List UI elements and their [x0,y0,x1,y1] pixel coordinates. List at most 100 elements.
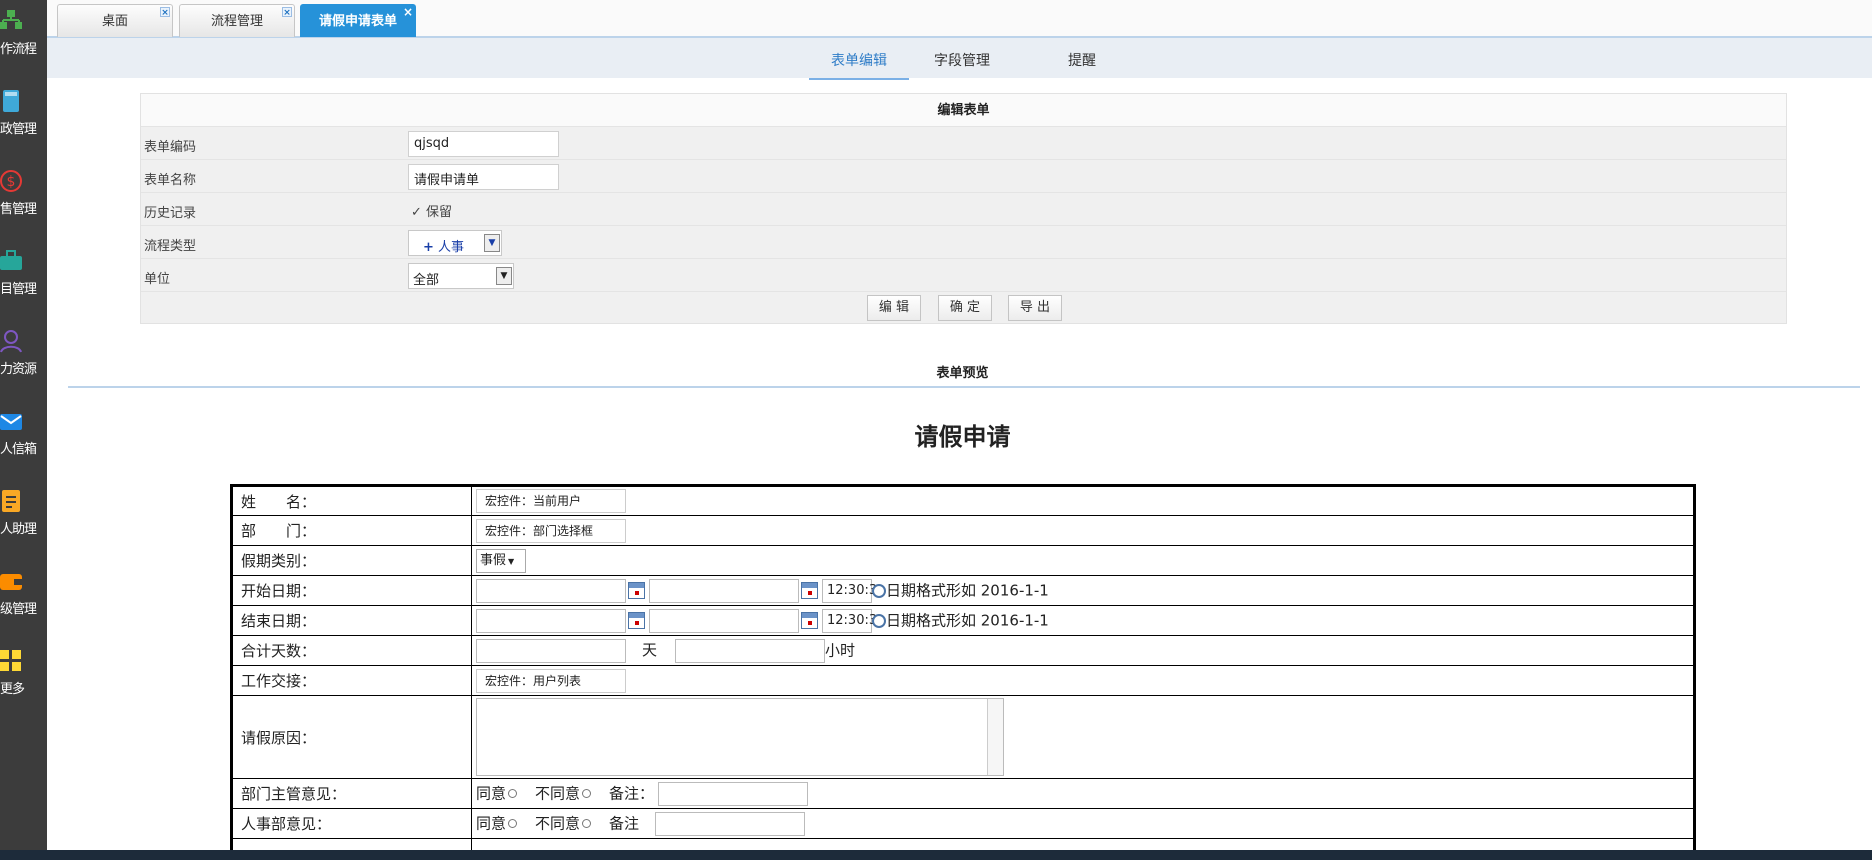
edit-button[interactable]: 编 辑 [867,295,921,321]
wallet-icon [0,574,22,590]
table-row: 开始日期： 12:30:3 日期格式形如 2016-1-1 [231,575,1695,606]
name-input[interactable]: 请假申请单 [408,164,559,190]
calendar-icon[interactable] [628,612,645,629]
sub-nav: 表单编辑 字段管理 提醒 [47,38,1872,80]
close-icon[interactable]: × [282,7,292,18]
chevron-down-icon[interactable]: ▼ [496,267,512,285]
start-date-input-2[interactable] [649,578,799,603]
current-user-field[interactable]: 宏控件：当前用户 [476,489,626,513]
code-label: 表单编码 [144,140,197,155]
clock-icon[interactable] [872,583,886,598]
sidebar-item-6[interactable]: 人助理 [0,486,47,556]
panel-title: 编辑表单 [141,94,1786,127]
sidebar-item-label: 更多 [0,682,25,697]
table-row: 部门主管意见： 同意 不同意 备注： [231,778,1695,809]
code-input[interactable]: qjsqd [408,131,559,157]
type-label: 流程类型 [144,239,197,254]
sidebar-item-7[interactable]: 级管理 [0,566,47,636]
disagree-label: 不同意 [535,814,581,832]
calendar-icon[interactable] [628,582,645,599]
remark-label: 备注 [609,814,640,832]
subtab-field-management[interactable]: 字段管理 [922,50,1002,70]
history-checkbox[interactable]: ✓ 保留 [411,201,452,220]
disagree-radio[interactable] [582,819,592,828]
subtab-form-edit[interactable]: 表单编辑 [809,50,909,80]
sidebar-item-label: 政管理 [0,122,37,137]
tab-desktop[interactable]: 桌面 × [57,4,173,37]
sidebar-item-4[interactable]: 力资源 [0,326,47,396]
close-icon[interactable]: × [160,7,170,18]
hour-unit: 小时 [825,641,856,659]
remark-label: 备注： [609,784,655,802]
dollar-icon: $ [0,170,22,192]
assistant-icon [2,490,20,512]
dept-remark-input[interactable] [658,781,809,806]
app-root: 作流程 政管理 $ 售管理 目管理 力资源 人信箱 人助理 级管理 更多 桌面 × 流程管理 × 请假… [0,0,1872,860]
table-row: 结束日期： 12:30:3 日期格式形如 2016-1-1 [231,605,1695,636]
export-button[interactable]: 导 出 [1008,295,1062,321]
chevron-down-icon[interactable]: ▼ [484,234,500,252]
document-title: 请假申请 [914,423,1011,451]
hours-input[interactable] [675,638,826,663]
confirm-button[interactable]: 确 定 [938,295,992,321]
row-label: 工作交接： [231,665,472,696]
tab-process-management[interactable]: 流程管理 × [179,4,295,37]
agree-label: 同意 [476,784,507,802]
table-row: 工作交接： 宏控件：用户列表 [231,665,1695,696]
row-label: 开始日期： [231,575,472,606]
chevron-down-icon[interactable]: ▼ [508,557,514,566]
preview-title: 表单预览 [936,366,989,381]
row-label: 人事部意见： [231,808,472,839]
close-icon[interactable]: × [403,6,413,18]
sidebar-item-label: 级管理 [0,602,37,617]
tab-label: 流程管理 [210,14,263,29]
workflow-icon [0,10,22,29]
divider [68,386,1860,388]
table-row: 假期类别： 事假 ▼ [231,545,1695,576]
leave-type-select[interactable]: 事假 ▼ [476,548,526,573]
scrollbar[interactable] [987,699,1003,775]
hr-remark-input[interactable] [655,811,806,836]
reason-textarea[interactable] [476,698,1004,776]
start-time-input[interactable]: 12:30:3 [822,578,877,603]
row-label: 部 门： [231,515,472,546]
tab-leave-form[interactable]: 请假申请表单 × [300,4,416,37]
calendar-icon[interactable] [801,612,818,629]
department-field[interactable]: 宏控件：部门选择框 [476,518,626,543]
table-row: 人事部意见： 同意 不同意 备注 [231,808,1695,839]
clock-icon[interactable] [872,613,886,628]
end-time-input[interactable]: 12:30:3 [822,608,877,633]
agree-radio[interactable] [508,819,518,828]
history-label: 历史记录 [144,206,197,221]
table-row: 合计天数： 天 小时 [231,635,1695,666]
agree-label: 同意 [476,814,507,832]
sidebar-item-label: 售管理 [0,202,37,217]
unit-value: 全部 [413,273,440,288]
row-label: 请假原因： [231,695,472,779]
sidebar-item-3[interactable]: 目管理 [0,246,47,316]
row-label: 部门主管意见： [231,778,472,809]
tab-label: 桌面 [101,14,128,29]
unit-label: 单位 [144,272,171,287]
unit-select[interactable]: 全部 ▼ [408,263,514,289]
sidebar-item-1[interactable]: 政管理 [0,86,47,156]
end-date-input[interactable] [476,608,626,633]
form-row-history: 历史记录 ✓ 保留 [141,193,1786,226]
end-date-input-2[interactable] [649,608,799,633]
user-list-field[interactable]: 宏控件：用户列表 [476,668,626,693]
calendar-icon[interactable] [801,582,818,599]
row-label: 合计天数： [231,635,472,666]
agree-radio[interactable] [508,789,518,798]
disagree-radio[interactable] [582,789,592,798]
tab-bar: 桌面 × 流程管理 × 请假申请表单 × [47,0,1872,38]
sidebar-item-2[interactable]: $ 售管理 [0,166,47,236]
start-date-input[interactable] [476,578,626,603]
leave-type-value: 事假 [480,552,507,568]
table-row: 部 门： 宏控件：部门选择框 [231,515,1695,546]
sidebar-item-0[interactable]: 作流程 [0,6,47,76]
days-input[interactable] [476,638,626,663]
plus-icon: + [423,240,434,255]
subtab-reminder[interactable]: 提醒 [1052,50,1112,70]
type-select[interactable]: + 人事 ▼ [408,230,502,256]
sidebar-item-8[interactable]: 更多 [0,646,47,716]
